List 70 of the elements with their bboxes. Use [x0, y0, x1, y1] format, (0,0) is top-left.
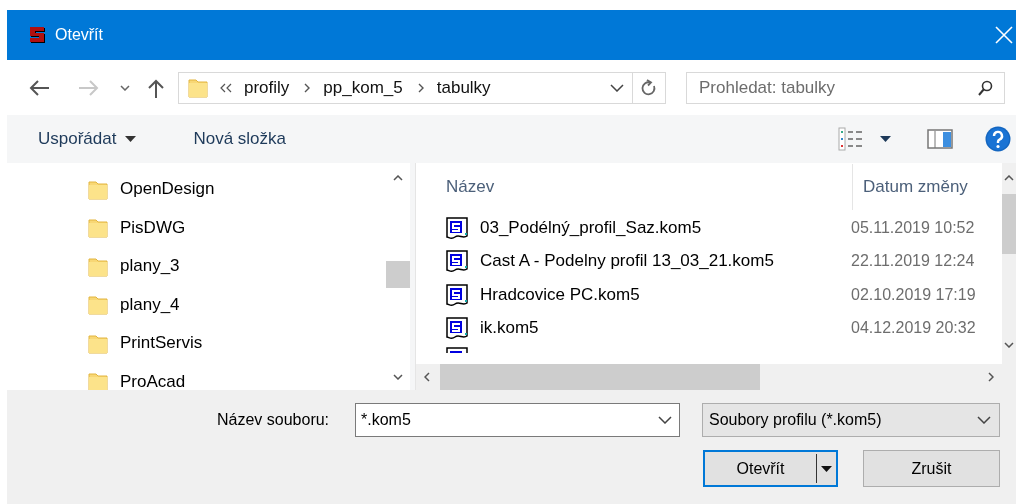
caret-icon [125, 136, 137, 142]
scrollbar-thumb[interactable] [440, 364, 760, 390]
chevron-down-icon[interactable] [658, 416, 672, 424]
file-type-dropdown[interactable]: Soubory profilu (*.kom5) [702, 403, 1000, 437]
file-icon [446, 283, 468, 306]
file-name[interactable]: Cast A - Podelny profil 13_03_21.kom5 [480, 251, 851, 272]
scroll-down-icon[interactable] [393, 374, 403, 380]
column-header[interactable]: Datum změny [863, 177, 968, 197]
file-name[interactable]: Hradcovice PC.kom5 [480, 284, 851, 305]
cancel-button[interactable]: Zrušit [863, 450, 1000, 487]
scrollbar-thumb[interactable] [386, 261, 410, 288]
folder-icon [88, 294, 108, 316]
tree-item[interactable]: PrintServis [120, 333, 203, 354]
file-date: 04.12.2019 20:32 [851, 319, 976, 338]
folder-icon [88, 217, 108, 239]
file-date: 02.10.2019 17:19 [851, 285, 976, 304]
vertical-scrollbar[interactable] [1002, 163, 1016, 390]
caret-icon[interactable] [880, 136, 891, 142]
scroll-down-icon[interactable] [1004, 342, 1014, 348]
chevron-down-icon[interactable] [610, 83, 624, 92]
double-chevron-icon[interactable] [220, 82, 232, 93]
caret-icon [821, 465, 832, 472]
tree-item[interactable]: plany_3 [120, 256, 180, 277]
column-header[interactable]: Název [446, 164, 853, 210]
horizontal-scrollbar[interactable] [416, 364, 1002, 390]
breadcrumb[interactable]: tabulky [436, 77, 491, 98]
chevron-right-icon[interactable] [304, 82, 311, 93]
tree-item[interactable]: PisDWG [120, 217, 186, 238]
search-field[interactable]: Prohledat: tabulky [686, 71, 1005, 104]
back-icon[interactable] [28, 78, 50, 97]
scroll-right-icon[interactable] [988, 372, 994, 382]
breadcrumb[interactable]: profily [244, 77, 290, 98]
help-icon[interactable] [985, 126, 1011, 152]
scroll-up-icon[interactable] [393, 175, 403, 181]
new-folder-button[interactable]: Nová složka [193, 129, 287, 149]
scrollbar-thumb[interactable] [1002, 194, 1016, 254]
file-icon [446, 216, 468, 239]
file-icon [446, 317, 468, 340]
preview-pane-icon[interactable] [927, 129, 953, 149]
field-label: Název souboru: [217, 411, 331, 429]
breadcrumb[interactable]: pp_kom_5 [323, 77, 403, 98]
refresh-icon [641, 78, 657, 97]
chevron-right-icon[interactable] [417, 82, 424, 93]
tree-item[interactable]: ProAcad [120, 371, 186, 392]
scroll-left-icon[interactable] [424, 372, 430, 382]
file-date: 05.11.2019 10:52 [851, 218, 975, 237]
chevron-down-icon [977, 416, 991, 424]
organize-button[interactable]: Uspořádat [38, 129, 137, 149]
file-name[interactable]: ik.kom5 [480, 318, 851, 339]
window-title: Otevřít [55, 26, 103, 44]
folder-icon [188, 77, 208, 98]
filename-field[interactable]: *.kom5 [355, 403, 680, 437]
folder-icon [88, 178, 108, 200]
address-bar[interactable]: profily pp_kom_5 tabulky [178, 71, 666, 104]
app-icon [28, 26, 46, 44]
file-date: 22.11.2019 12:24 [851, 252, 975, 271]
file-name[interactable]: 03_Podélný_profil_Saz.kom5 [480, 217, 851, 238]
folder-icon [88, 255, 108, 277]
tree-item[interactable]: plany_4 [120, 294, 180, 315]
file-icon [446, 347, 468, 353]
tree-item[interactable]: OpenDesign [120, 179, 215, 200]
scroll-up-icon[interactable] [1004, 175, 1014, 181]
chevron-down-icon[interactable] [120, 84, 130, 91]
file-icon [446, 250, 468, 273]
view-options-icon[interactable] [838, 127, 864, 151]
search-icon[interactable] [977, 79, 993, 96]
folder-icon [88, 332, 108, 354]
close-icon[interactable] [995, 26, 1013, 44]
up-arrow-icon[interactable] [147, 77, 165, 98]
open-button[interactable]: Otevřít [703, 450, 838, 487]
